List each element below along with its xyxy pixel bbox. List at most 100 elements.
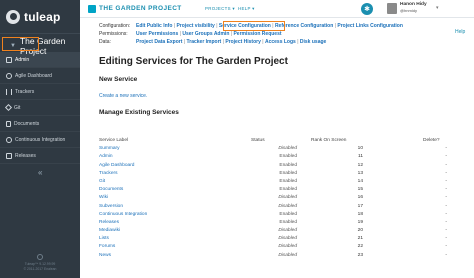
- table-row: Forums Disabled 22 -: [99, 243, 459, 251]
- sidebar-item-label: Continuous Integration: [15, 136, 66, 143]
- new-item-icon[interactable]: ✱: [361, 3, 373, 15]
- git-icon: [4, 103, 13, 112]
- column-header: Rank On Screen: [311, 138, 347, 143]
- link-permission-request[interactable]: Permission Request: [233, 31, 281, 37]
- help-menu[interactable]: HELP ▾: [238, 6, 255, 12]
- projects-menu[interactable]: PROJECTS ▾: [205, 6, 235, 12]
- highlight-admin: [2, 37, 39, 51]
- services-table: Service Label Status Rank On Screen Dele…: [99, 137, 459, 260]
- service-label-link[interactable]: Wiki: [99, 194, 108, 202]
- agile-icon: [6, 72, 12, 79]
- trackers-icon: [6, 88, 12, 95]
- collapse-sidebar-icon[interactable]: «: [38, 168, 42, 177]
- table-header-row: Service Label Status Rank On Screen Dele…: [99, 137, 459, 145]
- service-status: Disabled: [278, 252, 297, 258]
- table-row: Releases Enabled 19 -: [99, 219, 459, 227]
- service-delete: -: [445, 154, 447, 160]
- service-label-link[interactable]: Lists: [99, 235, 109, 243]
- table-row: Wiki Disabled 16 -: [99, 194, 459, 202]
- service-delete: -: [445, 236, 447, 242]
- admin-nav-permissions-row: Permissions: User Permissions | User Grou…: [99, 31, 282, 37]
- service-rank: 12: [357, 162, 363, 168]
- link-tracker-import[interactable]: Tracker Import: [186, 39, 221, 45]
- admin-nav-label: Data:: [99, 39, 111, 45]
- sidebar-item-agile-dashboard[interactable]: Agile Dashboard: [0, 68, 80, 84]
- link-user-groups-admin[interactable]: User Groups Admin: [182, 31, 229, 37]
- user-menu-chevron-icon[interactable]: ▾: [436, 5, 439, 11]
- service-status: Enabled: [279, 219, 297, 225]
- footer-copyright: © 2011-2017 Enalean: [23, 267, 57, 271]
- service-rank: 16: [357, 195, 363, 201]
- service-status: Enabled: [279, 170, 297, 176]
- sidebar-item-label: Admin: [15, 56, 30, 63]
- project-icon: [88, 5, 96, 13]
- service-label-link[interactable]: Mediawiki: [99, 227, 120, 235]
- service-delete: -: [445, 244, 447, 250]
- sidebar-item-continuous-integration[interactable]: Continuous Integration: [0, 132, 80, 148]
- table-row: News Disabled 23 -: [99, 252, 459, 260]
- link-user-permissions[interactable]: User Permissions: [136, 31, 178, 37]
- sidebar-item-label: Documents: [14, 120, 40, 127]
- sidebar-item-releases[interactable]: Releases: [0, 148, 80, 164]
- link-project-visibility[interactable]: Project visibility: [176, 23, 214, 29]
- sidebar-item-documents[interactable]: Documents: [0, 116, 80, 132]
- table-row: Admin Enabled 11 -: [99, 153, 459, 161]
- user-handle: @hnmidy: [400, 8, 417, 13]
- page-title: Editing Services for The Garden Project: [99, 56, 288, 67]
- service-delete: -: [445, 170, 447, 176]
- service-rank: 13: [357, 170, 363, 176]
- service-label-link[interactable]: Forums: [99, 243, 115, 251]
- tuleap-logo-icon: [6, 9, 20, 24]
- service-status: Enabled: [279, 154, 297, 160]
- service-label-link[interactable]: Agile Dashboard: [99, 162, 134, 170]
- service-label-link[interactable]: News: [99, 252, 111, 260]
- create-service-link[interactable]: Create a new service.: [99, 93, 147, 99]
- service-label-link[interactable]: Trackers: [99, 170, 117, 178]
- service-delete: -: [445, 195, 447, 201]
- admin-icon: [6, 56, 12, 63]
- link-edit-public-info[interactable]: Edit Public Info: [136, 23, 172, 29]
- service-label-link[interactable]: Subversion: [99, 203, 123, 211]
- service-delete: -: [445, 178, 447, 184]
- sidebar-item-label: Releases: [15, 152, 36, 159]
- service-delete: -: [445, 187, 447, 193]
- user-name[interactable]: Hanon Hidy: [400, 2, 427, 7]
- link-project-links-configuration[interactable]: Project Links Configuration: [337, 23, 403, 29]
- service-status: Disabled: [278, 146, 297, 152]
- link-project-history[interactable]: Project History: [225, 39, 261, 45]
- sidebar-item-git[interactable]: Git: [0, 100, 80, 116]
- sidebar-item-trackers[interactable]: Trackers: [0, 84, 80, 100]
- table-row: Agile Dashboard Enabled 12 -: [99, 162, 459, 170]
- admin-nav-label: Permissions:: [99, 31, 128, 37]
- link-disk-usage[interactable]: Disk usage: [300, 39, 326, 45]
- table-row: Continuous Integration Enabled 18 -: [99, 211, 459, 219]
- avatar[interactable]: [387, 3, 397, 14]
- service-label-link[interactable]: Git: [99, 178, 105, 186]
- project-title[interactable]: THE GARDEN PROJECT: [99, 5, 182, 12]
- service-delete: -: [445, 252, 447, 258]
- service-rank: 10: [357, 146, 363, 152]
- service-delete: -: [445, 219, 447, 225]
- service-delete: -: [445, 228, 447, 234]
- service-label-link[interactable]: Continuous Integration: [99, 211, 147, 219]
- service-label-link[interactable]: Releases: [99, 219, 119, 227]
- sidebar-item-label: Agile Dashboard: [15, 72, 52, 79]
- service-rank: 21: [357, 236, 363, 242]
- ci-icon: [6, 136, 12, 143]
- service-label-link[interactable]: Summary: [99, 145, 120, 153]
- link-access-logs[interactable]: Access Logs: [265, 39, 296, 45]
- link-project-data-export[interactable]: Project Data Export: [136, 39, 182, 45]
- service-status: Enabled: [279, 211, 297, 217]
- service-label-link[interactable]: Documents: [99, 186, 123, 194]
- service-label-link[interactable]: Admin: [99, 153, 113, 161]
- service-status: Disabled: [278, 228, 297, 234]
- service-delete: -: [445, 211, 447, 217]
- service-status: Disabled: [278, 203, 297, 209]
- releases-icon: [6, 152, 12, 159]
- service-rank: 17: [357, 203, 363, 209]
- service-delete: -: [445, 162, 447, 168]
- tuleap-logo[interactable]: tuleap: [0, 0, 80, 34]
- service-status: Enabled: [279, 178, 297, 184]
- column-header: Status: [251, 138, 265, 143]
- service-status: Disabled: [278, 195, 297, 201]
